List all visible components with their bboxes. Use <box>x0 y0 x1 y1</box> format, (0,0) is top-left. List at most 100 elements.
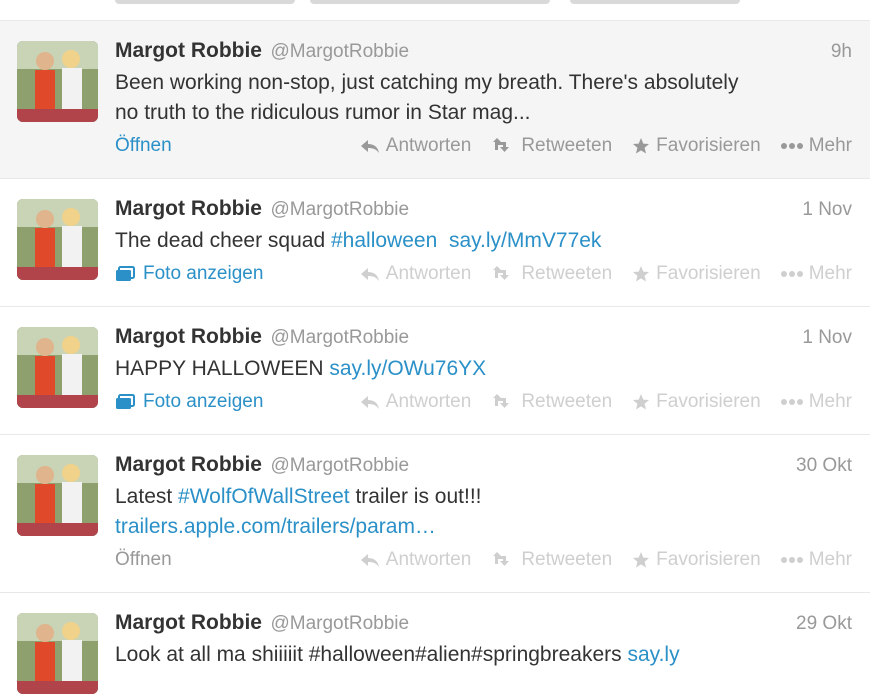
tweet-item[interactable]: Margot Robbie @MargotRobbie 9h Been work… <box>0 21 870 179</box>
retweet-icon <box>493 552 510 566</box>
favorite-label: Favorisieren <box>656 263 761 284</box>
expand-link[interactable]: Öffnen <box>115 135 172 157</box>
more-button[interactable]: Mehr <box>780 135 852 157</box>
star-icon <box>633 266 650 282</box>
favorite-label: Favorisieren <box>656 549 761 570</box>
author-name[interactable]: Margot Robbie <box>115 325 262 348</box>
author-handle[interactable]: @MargotRobbie <box>270 199 409 220</box>
author-name[interactable]: Margot Robbie <box>115 197 262 220</box>
avatar[interactable] <box>17 613 98 694</box>
star-icon <box>633 552 650 568</box>
hashtag-link[interactable]: #WolfOfWallStreet <box>178 485 350 508</box>
action-group: Antworten Retweeten Favorisieren Mehr <box>360 263 852 285</box>
author-handle[interactable]: @MargotRobbie <box>270 327 409 348</box>
url-link[interactable]: say.ly <box>627 643 679 666</box>
reply-label: Antworten <box>385 263 472 284</box>
expand-link[interactable]: Öffnen <box>115 549 172 571</box>
reply-icon <box>360 268 379 281</box>
favorite-label: Favorisieren <box>656 135 761 156</box>
retweet-button[interactable]: Retweeten <box>491 391 612 413</box>
favorite-button[interactable]: Favorisieren <box>632 263 761 285</box>
avatar[interactable] <box>17 455 98 536</box>
more-label: Mehr <box>808 391 852 412</box>
more-dots-icon <box>780 557 803 563</box>
url-link[interactable]: trailers.apple.com/trailers/param… <box>115 515 436 538</box>
timestamp[interactable]: 1 Nov <box>802 199 852 221</box>
retweet-label: Retweeten <box>521 135 613 156</box>
view-photo-link[interactable]: Foto anzeigen <box>115 263 263 285</box>
author-handle[interactable]: @MargotRobbie <box>270 455 409 476</box>
tweet-text-body: trailer is out!!! <box>349 485 482 508</box>
retweet-label: Retweeten <box>521 263 613 284</box>
retweet-label: Retweeten <box>521 391 613 412</box>
tweet-item[interactable]: Margot Robbie @MargotRobbie 1 Nov The de… <box>0 179 870 307</box>
retweet-button[interactable]: Retweeten <box>491 263 612 285</box>
favorite-button[interactable]: Favorisieren <box>632 135 761 157</box>
url-link[interactable]: say.ly/MmV77ek <box>449 229 602 252</box>
star-icon <box>633 394 650 410</box>
tweet-header: Margot Robbie @MargotRobbie 1 Nov <box>115 197 852 223</box>
more-dots-icon <box>780 399 803 405</box>
hashtag-link[interactable]: #halloween <box>331 229 437 252</box>
url-link[interactable]: say.ly/OWu76YX <box>329 357 486 380</box>
avatar[interactable] <box>17 41 98 122</box>
reply-icon <box>360 554 379 567</box>
reply-button[interactable]: Antworten <box>360 391 471 413</box>
tweet-item[interactable]: Margot Robbie @MargotRobbie 30 Okt Lates… <box>0 435 870 593</box>
tweet-header: Margot Robbie @MargotRobbie 29 Okt <box>115 611 852 637</box>
retweet-button[interactable]: Retweeten <box>491 549 612 571</box>
tweet-text-body: The dead cheer squad <box>115 229 331 252</box>
tweet-text-body: Latest <box>115 485 179 508</box>
more-button[interactable]: Mehr <box>780 549 852 571</box>
tweet-header: Margot Robbie @MargotRobbie 1 Nov <box>115 325 852 351</box>
favorite-button[interactable]: Favorisieren <box>632 549 761 571</box>
tweet-text: Look at all ma shiiiiit #halloween#alien… <box>115 640 855 670</box>
more-dots-icon <box>780 143 803 149</box>
action-group: Antworten Retweeten Favorisieren Mehr <box>360 391 852 413</box>
photo-icon <box>116 266 135 281</box>
timestamp[interactable]: 1 Nov <box>802 327 852 349</box>
retweet-button[interactable]: Retweeten <box>491 135 612 157</box>
view-photo-label: Foto anzeigen <box>143 263 264 284</box>
reply-icon <box>360 396 379 409</box>
author-name[interactable]: Margot Robbie <box>115 611 262 634</box>
tweet-item[interactable]: Margot Robbie @MargotRobbie 29 Okt Look … <box>0 593 870 694</box>
more-label: Mehr <box>808 263 852 284</box>
author-name[interactable]: Margot Robbie <box>115 39 262 62</box>
reply-button[interactable]: Antworten <box>360 263 472 285</box>
more-dots-icon <box>780 271 803 277</box>
tweet-text: HAPPY HALLOWEEN say.ly/OWu76YX <box>115 354 855 384</box>
tweet-header: Margot Robbie @MargotRobbie 9h <box>115 39 852 65</box>
view-photo-link[interactable]: Foto anzeigen <box>115 391 263 413</box>
more-button[interactable]: Mehr <box>780 391 852 413</box>
tweet-actions: Foto anzeigen Antworten Retweeten Favori… <box>115 391 852 415</box>
avatar[interactable] <box>17 199 98 280</box>
retweet-label: Retweeten <box>521 549 613 570</box>
timestamp[interactable]: 29 Okt <box>796 613 852 635</box>
author-handle[interactable]: @MargotRobbie <box>270 41 409 62</box>
view-photo-label: Foto anzeigen <box>143 391 264 412</box>
avatar[interactable] <box>17 327 98 408</box>
more-label: Mehr <box>808 135 852 156</box>
favorite-button[interactable]: Favorisieren <box>632 391 761 413</box>
tweet-text-body: Look at all ma shiiiiit #halloween#alien… <box>115 643 628 666</box>
tweet-header: Margot Robbie @MargotRobbie 30 Okt <box>115 453 852 479</box>
reply-button[interactable]: Antworten <box>360 549 472 571</box>
retweet-icon <box>493 394 510 408</box>
star-icon <box>633 138 650 154</box>
tweet-item[interactable]: Margot Robbie @MargotRobbie 1 Nov HAPPY … <box>0 307 870 435</box>
tweet-actions: Öffnen Antworten Retweeten Favorisieren … <box>115 135 852 159</box>
author-name[interactable]: Margot Robbie <box>115 453 262 476</box>
tweet-text-body: HAPPY HALLOWEEN <box>115 357 330 380</box>
reply-icon <box>360 140 379 153</box>
tweet-text: The dead cheer squad #halloween say.ly/M… <box>115 226 855 256</box>
retweet-icon <box>493 138 510 152</box>
timestamp[interactable]: 30 Okt <box>796 455 852 477</box>
favorite-label: Favorisieren <box>656 391 761 412</box>
author-handle[interactable]: @MargotRobbie <box>270 613 409 634</box>
timestamp[interactable]: 9h <box>831 41 852 63</box>
more-button[interactable]: Mehr <box>780 263 852 285</box>
tweet-text: Latest #WolfOfWallStreet trailer is out!… <box>115 482 855 542</box>
reply-label: Antworten <box>385 549 472 570</box>
reply-button[interactable]: Antworten <box>360 135 471 157</box>
